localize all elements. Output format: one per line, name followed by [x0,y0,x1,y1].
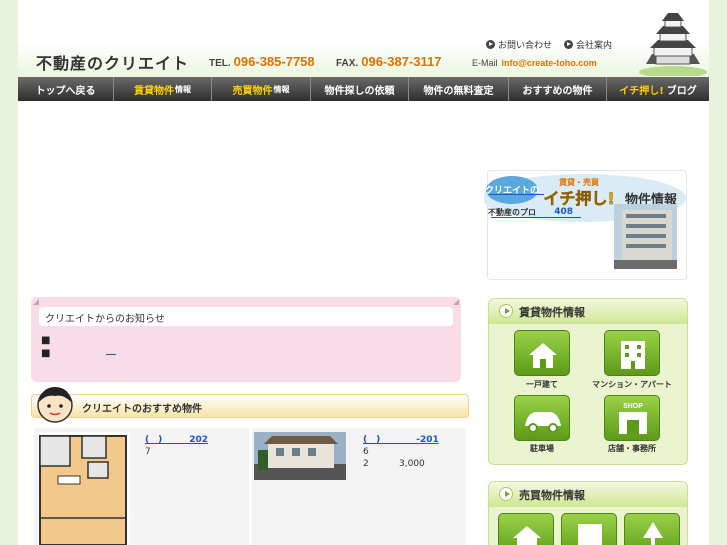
sale-apartment-tile[interactable] [561,513,617,545]
fax-value: 096-387-3117 [361,54,442,69]
parking-tile-label: 駐車場 [530,444,554,453]
apartment-tile-label: マンション・アパート [592,380,672,389]
nav-search-request[interactable]: 物件探しの依頼 [311,77,409,101]
property-card[interactable]: ( ) -201 6 2 3,000 [252,428,466,545]
apartment-tile[interactable] [604,330,660,376]
nav-search-request-label: 物件探しの依頼 [324,85,395,97]
tel-value: 096-385-7758 [233,54,315,69]
main-nav: トップへ戻る 賃貸物件 情報 売買物件 情報 物件探しの依頼 物件の無料査定 おすす… [18,77,709,101]
corner-arrow-icon [33,299,39,305]
arrow-circle-icon [499,487,513,501]
staff-face-icon [37,387,73,423]
recommended-header: クリエイトのおすすめ物件 [31,394,469,418]
shop-tile[interactable]: SHOP [604,395,660,441]
car-icon [525,412,561,433]
nav-free-appraisal-label: 物件の無料査定 [423,85,494,97]
shop-tile-label: 店舗・事務所 [608,444,656,453]
contact-link[interactable]: お問い合わせ [486,38,552,51]
featured-badge-small: 賃貸・売買 [558,177,599,187]
apartment-icon [621,341,645,369]
apartment-icon [578,524,602,545]
shop-sign: SHOP [623,403,643,410]
nav-blog-label: ブログ [666,85,697,97]
nav-free-appraisal[interactable]: 物件の無料査定 [409,77,509,101]
sale-house-tile[interactable] [498,513,554,545]
right-rail [709,0,727,545]
notice-link[interactable] [106,347,116,355]
nav-blog-highlight: イチ押し! [619,85,664,97]
fax-label: FAX. [336,58,359,69]
shop-icon: SHOP [619,403,647,434]
property-title-link[interactable]: ( ) 202 [145,432,208,445]
house-tile-label: 一戸建て [526,380,558,389]
property-card[interactable]: ( ) 202 7 [34,428,249,545]
corner-arrow-icon [453,299,459,305]
company-link-label: 会社案内 [576,41,613,51]
nav-blog[interactable]: イチ押し! ブログ [607,77,709,101]
tel-number: TEL. 096-385-7758 [209,54,315,69]
nav-top[interactable]: トップへ戻る [18,77,114,101]
sale-panel-title[interactable]: 売買物件情報 [489,482,687,507]
parking-tile[interactable] [514,395,570,441]
arrow-circle-icon [499,304,513,318]
tree-icon [643,522,663,545]
contact-link-label: お問い合わせ [498,41,553,51]
site-header: 不動産のクリエイト TEL. 096-385-7758 FAX. 096-387-3… [18,0,709,77]
floorplan-image [38,432,130,545]
property-detail: 2 [363,459,369,469]
house-tile[interactable] [514,330,570,376]
castle-icon [639,13,707,76]
property-detail: 6 [363,447,369,457]
property-detail: 7 [145,447,151,457]
email-label: E-Mail [472,58,498,68]
tel-label: TEL. [209,58,231,69]
rental-panel-title-text: 賃貸物件情報 [519,306,585,319]
featured-property-photo [614,204,677,269]
company-link[interactable]: 会社案内 [564,38,612,51]
sale-panel-title-text: 売買物件情報 [519,489,585,502]
rental-panel-title[interactable]: 賃貸物件情報 [489,299,687,324]
notice-box: クリエイトからのお知らせ ■ ■ [31,297,461,382]
notice-title: クリエイトからのお知らせ [39,307,453,326]
nav-recommended[interactable]: おすすめの物件 [509,77,607,101]
email: E-Mail info@create-toho.com [472,58,597,68]
nav-sale-label: 売買物件 [232,85,273,97]
nav-sale[interactable]: 売買物件 情報 [212,77,311,101]
arrow-circle-icon [486,40,495,49]
nav-sale-suffix: 情報 [273,84,290,94]
property-title-link[interactable]: ( ) -201 [363,432,439,445]
house-icon [529,343,557,368]
nav-recommended-label: おすすめの物件 [522,85,593,97]
house-icon [513,526,541,545]
featured-badge-big: イチ押し! [543,189,614,208]
featured-link[interactable] [489,188,544,195]
featured-property-link[interactable]: 408 [491,207,581,218]
fax-number: FAX. 096-387-3117 [336,54,441,69]
arrow-circle-icon [564,40,573,49]
sale-land-tile[interactable] [624,513,680,545]
page: 不動産のクリエイト TEL. 096-385-7758 FAX. 096-387-3… [0,0,727,545]
site-logo[interactable]: 不動産のクリエイト [36,50,189,74]
left-rail [0,0,18,545]
notice-bullet: ■ [41,348,51,359]
property-photo [254,432,346,480]
nav-top-label: トップへ戻る [35,85,96,97]
nav-rental-suffix: 情報 [175,84,191,94]
nav-rental[interactable]: 賃貸物件 情報 [114,77,212,101]
email-link[interactable]: info@create-toho.com [502,58,597,68]
property-price: 3,000 [399,459,425,469]
nav-rental-label: 賃貸物件 [134,85,174,97]
notice-bullet: ■ [41,335,51,346]
